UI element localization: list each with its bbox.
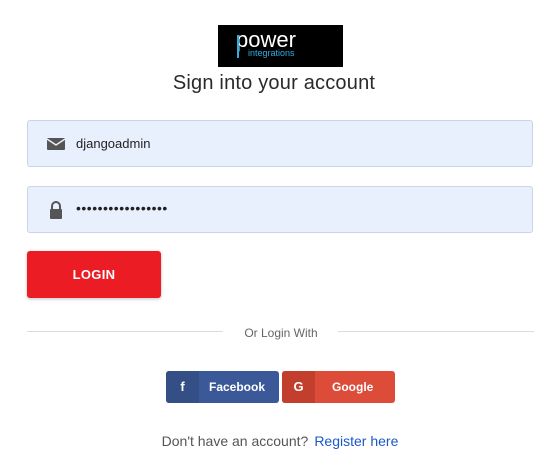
facebook-login-button[interactable]: f Facebook — [166, 371, 279, 403]
logo-graphic: power integrations — [236, 27, 296, 58]
password-value[interactable]: ••••••••••••••••• — [76, 200, 168, 216]
login-button[interactable]: LOGIN — [27, 251, 161, 298]
facebook-icon: f — [166, 371, 199, 403]
google-icon: G — [282, 371, 315, 403]
password-field[interactable]: ••••••••••••••••• — [27, 186, 533, 233]
or-login-with-text: Or Login With — [244, 326, 318, 340]
register-prompt-text: Don't have an account? — [161, 433, 309, 449]
google-label: Google — [332, 380, 374, 394]
username-value[interactable]: djangoadmin — [76, 136, 150, 152]
username-field[interactable]: djangoadmin — [27, 120, 533, 167]
power-integrations-logo: power integrations — [218, 25, 343, 67]
register-prompt: Don't have an account? Register here — [0, 433, 548, 449]
lock-icon — [46, 200, 66, 220]
register-link[interactable]: Register here — [314, 433, 398, 449]
google-login-button[interactable]: G Google — [282, 371, 395, 403]
envelope-icon — [46, 134, 66, 154]
facebook-label: Facebook — [209, 380, 266, 394]
logo-line2: integrations — [248, 48, 295, 58]
divider-line-right — [338, 331, 534, 332]
page-title: Sign into your account — [172, 72, 376, 94]
